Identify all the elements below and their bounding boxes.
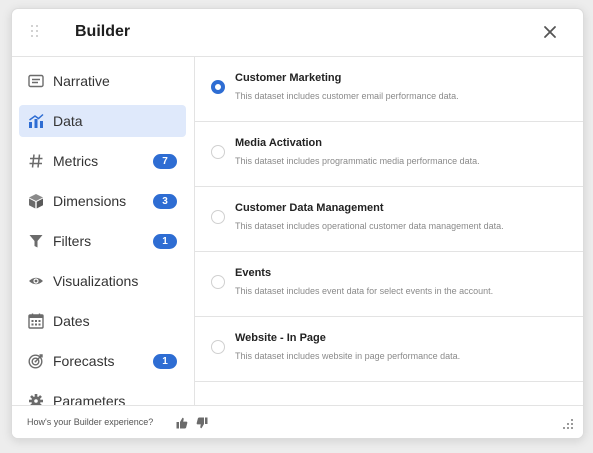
hash-icon <box>28 153 44 169</box>
cube-icon <box>28 193 44 209</box>
dataset-title: Customer Marketing <box>235 72 342 84</box>
sidebar-nav: Narrative Data Metrics 7 Dimensions 3 Fi… <box>12 57 195 405</box>
data-chart-icon <box>28 113 44 129</box>
eye-icon <box>28 273 44 289</box>
sidebar-item-label: Dimensions <box>53 193 127 209</box>
sidebar-item-label: Forecasts <box>53 353 115 369</box>
dataset-description: This dataset includes event data for sel… <box>235 286 494 296</box>
dataset-description: This dataset includes website in page pe… <box>235 351 461 361</box>
dataset-title: Events <box>235 267 272 279</box>
radio-button[interactable] <box>211 340 225 354</box>
count-badge: 1 <box>153 234 177 249</box>
sidebar-item-narrative[interactable]: Narrative <box>19 65 186 97</box>
sidebar-item-metrics[interactable]: Metrics 7 <box>19 145 186 177</box>
sidebar-item-forecasts[interactable]: Forecasts 1 <box>19 345 186 377</box>
page-title: Builder <box>75 23 131 40</box>
radio-button[interactable] <box>211 275 225 289</box>
sidebar-item-data[interactable]: Data <box>19 105 186 137</box>
feedback-footer: How's your Builder experience? <box>12 405 583 438</box>
dataset-description: This dataset includes programmatic media… <box>235 156 480 166</box>
sidebar-item-label: Parameters <box>53 393 126 405</box>
radio-button[interactable] <box>211 80 225 94</box>
dataset-title: Website - In Page <box>235 332 326 344</box>
sidebar-item-filters[interactable]: Filters 1 <box>19 225 186 257</box>
count-badge: 3 <box>153 194 177 209</box>
resize-handle-icon[interactable] <box>563 419 573 429</box>
drag-handle-icon[interactable] <box>31 25 41 41</box>
dataset-option-website-in-page[interactable]: Website - In Page This dataset includes … <box>195 317 583 382</box>
gear-icon <box>28 393 44 405</box>
count-badge: 1 <box>153 354 177 369</box>
dataset-title: Media Activation <box>235 137 322 149</box>
sidebar-item-label: Visualizations <box>53 273 139 289</box>
radio-button[interactable] <box>211 210 225 224</box>
dataset-option-media-activation[interactable]: Media Activation This dataset includes p… <box>195 122 583 187</box>
sidebar-item-label: Data <box>53 113 83 129</box>
sidebar-item-dimensions[interactable]: Dimensions 3 <box>19 185 186 217</box>
thumbs-down-icon[interactable] <box>196 416 208 429</box>
builder-header: Builder <box>12 9 583 57</box>
target-icon <box>28 353 44 369</box>
calendar-icon <box>28 313 44 329</box>
dataset-title: Customer Data Management <box>235 202 384 214</box>
radio-button[interactable] <box>211 145 225 159</box>
dataset-description: This dataset includes customer email per… <box>235 91 459 101</box>
dataset-option-customer-marketing[interactable]: Customer Marketing This dataset includes… <box>195 57 583 122</box>
builder-panel: Builder Narrative Data Metrics 7 Dimensi… <box>11 8 584 439</box>
thumbs-up-icon[interactable] <box>176 416 188 429</box>
sidebar-item-label: Dates <box>53 313 90 329</box>
sidebar-item-dates[interactable]: Dates <box>19 305 186 337</box>
sidebar-item-label: Metrics <box>53 153 99 169</box>
sidebar-item-parameters[interactable]: Parameters <box>19 385 186 405</box>
sidebar-item-label: Narrative <box>53 73 110 89</box>
sidebar-item-label: Filters <box>53 233 92 249</box>
sidebar-item-visualizations[interactable]: Visualizations <box>19 265 186 297</box>
narrative-icon <box>28 73 44 89</box>
dataset-option-events[interactable]: Events This dataset includes event data … <box>195 252 583 317</box>
dataset-list: Customer Marketing This dataset includes… <box>195 57 583 405</box>
dataset-option-customer-data-management[interactable]: Customer Data Management This dataset in… <box>195 187 583 252</box>
close-icon[interactable] <box>542 24 558 40</box>
count-badge: 7 <box>153 154 177 169</box>
dataset-description: This dataset includes operational custom… <box>235 221 504 231</box>
feedback-prompt: How's your Builder experience? <box>27 417 154 427</box>
filter-icon <box>28 233 44 249</box>
